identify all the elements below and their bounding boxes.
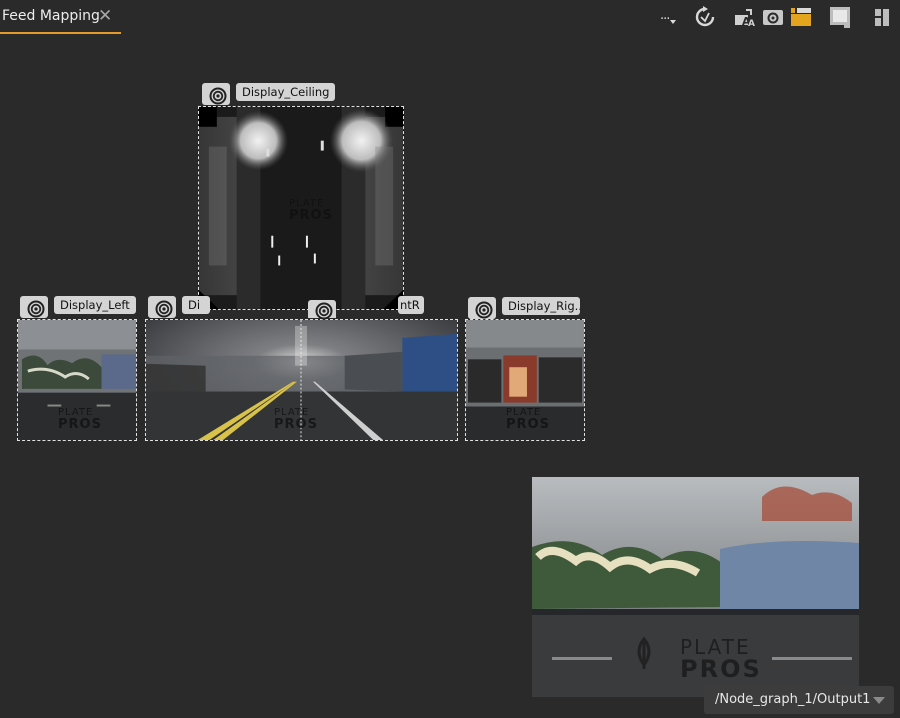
chevron-down-icon — [670, 20, 676, 24]
layout-icon[interactable] — [871, 6, 893, 28]
tab-bar: Feed Mapping ✕ ... AA — [0, 0, 900, 34]
front-left-feed-icon[interactable] — [148, 296, 176, 318]
right-feed-icon[interactable] — [468, 297, 496, 319]
tab-feed-mapping[interactable]: Feed Mapping ✕ — [0, 0, 121, 34]
feed-watermark: PLATE PROS — [506, 407, 550, 432]
front-feed-canvas[interactable]: PLATE PROS — [145, 319, 458, 441]
left-node-label[interactable]: Display_Left — [54, 296, 136, 314]
close-icon[interactable]: ✕ — [98, 6, 112, 26]
output-preview[interactable]: PLATE PROS — [532, 477, 859, 697]
svg-text:A: A — [748, 19, 755, 28]
tab-label: Feed Mapping — [2, 8, 100, 24]
front-right-node-label[interactable]: ntR — [398, 296, 424, 314]
right-node-label[interactable]: Display_Rig... — [502, 297, 580, 315]
right-feed-canvas[interactable]: PLATE PROS — [465, 319, 585, 441]
ceiling-feed-canvas[interactable]: PLATE PROS — [198, 106, 404, 310]
feed-watermark: PLATE PROS — [58, 407, 102, 432]
left-feed-icon[interactable] — [20, 296, 48, 318]
text-overlay-icon[interactable]: AA — [733, 6, 755, 28]
chevron-down-icon[interactable] — [873, 697, 885, 704]
left-feed-canvas[interactable]: PLATE PROS — [17, 319, 137, 441]
output-path-select[interactable]: /Node_graph_1/Output1 — [704, 686, 894, 714]
output-path-value: /Node_graph_1/Output1 — [715, 692, 871, 707]
feed-watermark: PLATE PROS — [274, 407, 318, 432]
front-right-feed-icon[interactable] — [308, 300, 336, 320]
screen-icon[interactable] — [829, 6, 851, 28]
ceiling-node-label[interactable]: Display_Ceiling — [236, 83, 336, 101]
camera-feed-icon[interactable] — [762, 6, 784, 28]
clapper-icon[interactable] — [790, 6, 812, 28]
refresh-icon[interactable] — [694, 6, 716, 28]
preview-watermark: PLATE PROS — [680, 635, 762, 683]
feed-watermark: PLATE PROS — [289, 198, 333, 223]
ceiling-feed-icon[interactable] — [202, 83, 230, 105]
front-left-node-label[interactable]: Di — [182, 296, 210, 314]
more-options-button[interactable]: ... — [660, 8, 670, 23]
